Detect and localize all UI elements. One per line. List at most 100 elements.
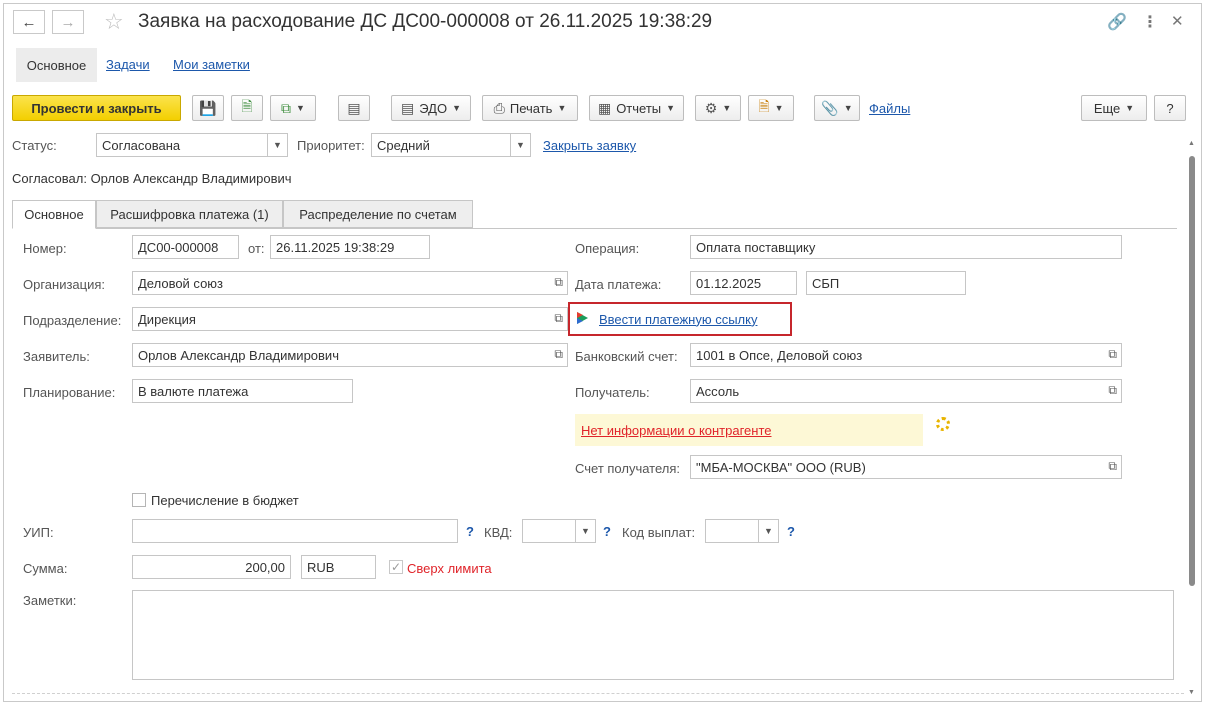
vertical-scrollbar[interactable]: ▲ ▼ <box>1187 140 1197 696</box>
scroll-thumb[interactable] <box>1189 156 1195 586</box>
help-button[interactable]: ? <box>1154 95 1186 121</box>
notes-label: Заметки: <box>23 593 77 608</box>
status-select[interactable]: Согласована ▼ <box>96 133 288 157</box>
print-label: Печать <box>509 100 553 116</box>
recipient-account-field[interactable]: "МБА-МОСКВА" ООО (RUB) ⧉ <box>690 455 1122 479</box>
open-icon[interactable]: ⧉ <box>554 347 563 362</box>
page-tab-tasks[interactable]: Задачи <box>106 57 150 72</box>
payout-code-select[interactable]: ▼ <box>705 519 779 543</box>
chevron-down-icon: ▼ <box>843 103 853 113</box>
priority-value: Средний <box>377 137 430 153</box>
over-limit-label: Сверх лимита <box>407 561 492 576</box>
dept-label: Подразделение: <box>23 313 122 328</box>
scroll-down-icon[interactable]: ▼ <box>1188 689 1195 696</box>
loading-spinner-icon <box>936 417 950 431</box>
from-label: от: <box>248 241 265 256</box>
chevron-down-icon: ▼ <box>267 134 287 156</box>
tab-payment-details[interactable]: Расшифровка платежа (1) <box>96 200 283 228</box>
back-button[interactable]: ← <box>13 10 45 34</box>
paperclip-icon: 📎 <box>821 99 839 116</box>
link-icon[interactable]: 🔗 <box>1107 12 1127 32</box>
arrow-right-icon: → <box>60 13 76 31</box>
document-list-icon: ▤ <box>347 99 361 116</box>
payment-method-field[interactable]: СБП <box>806 271 966 295</box>
reports-button[interactable]: ▦ Отчеты ▼ <box>589 95 684 121</box>
page-tab-my-notes[interactable]: Мои заметки <box>173 57 250 72</box>
attachments-menu-button[interactable]: 🗎 ▼ <box>748 95 794 121</box>
kvd-label: КВД: <box>484 525 513 540</box>
post-and-close-button[interactable]: Провести и закрыть <box>12 95 181 121</box>
uip-field[interactable] <box>132 519 458 543</box>
kvd-select[interactable]: ▼ <box>522 519 596 543</box>
close-request-link[interactable]: Закрыть заявку <box>543 138 636 153</box>
arrow-left-icon: ← <box>21 13 37 31</box>
budget-transfer-checkbox[interactable] <box>132 493 146 507</box>
uip-help-icon[interactable]: ? <box>466 524 474 539</box>
open-icon[interactable]: ⧉ <box>1108 347 1117 362</box>
bank-account-field[interactable]: 1001 в Опсе, Деловой союз ⧉ <box>690 343 1122 367</box>
forward-button[interactable]: → <box>52 10 84 34</box>
kvd-help-icon[interactable]: ? <box>603 524 611 539</box>
more-vertical-icon[interactable]: ⋮ <box>1142 12 1158 32</box>
tab-main[interactable]: Основное <box>12 200 96 229</box>
tab-account-distribution-label: Распределение по счетам <box>299 206 457 222</box>
approved-by: Согласовал: Орлов Александр Владимирович <box>12 171 292 186</box>
bottom-divider <box>12 693 1184 694</box>
recipient-field[interactable]: Ассоль ⧉ <box>690 379 1122 403</box>
priority-select[interactable]: Средний ▼ <box>371 133 531 157</box>
tab-account-distribution[interactable]: Распределение по счетам <box>283 200 473 228</box>
enter-payment-link[interactable]: Ввести платежную ссылку <box>599 312 757 327</box>
organization-value: Деловой союз <box>138 275 224 291</box>
more-button[interactable]: Еще ▼ <box>1081 95 1147 121</box>
planning-field[interactable]: В валюте платежа <box>132 379 353 403</box>
help-label: ? <box>1166 100 1174 116</box>
department-field[interactable]: Дирекция ⧉ <box>132 307 568 331</box>
save-button[interactable]: 💾 <box>192 95 224 121</box>
edo-button[interactable]: ▤ ЭДО ▼ <box>391 95 471 121</box>
currency-field[interactable]: RUB <box>301 555 376 579</box>
open-icon[interactable]: ⧉ <box>554 275 563 290</box>
bank-label: Банковский счет: <box>575 349 678 364</box>
open-icon[interactable]: ⧉ <box>554 311 563 326</box>
document-window: ← → ☆ Заявка на расходование ДС ДС00-000… <box>3 3 1202 702</box>
chevron-down-icon: ▼ <box>296 103 305 113</box>
recipient-label: Получатель: <box>575 385 650 400</box>
report-icon: ▦ <box>597 99 612 116</box>
print-button[interactable]: ⎙ Печать ▼ <box>482 95 578 121</box>
floppy-disk-icon: 💾 <box>199 99 217 116</box>
number-field[interactable]: ДС00-000008 <box>132 235 239 259</box>
page-tab-main[interactable]: Основное <box>16 48 97 82</box>
notes-textarea[interactable] <box>132 590 1174 680</box>
counterparty-warning-box: Нет информации о контрагенте <box>575 414 923 446</box>
open-icon[interactable]: ⧉ <box>1108 383 1117 398</box>
organization-field[interactable]: Деловой союз ⧉ <box>132 271 568 295</box>
no-counterparty-info-link[interactable]: Нет информации о контрагенте <box>581 423 772 438</box>
applicant-value: Орлов Александр Владимирович <box>138 347 339 363</box>
recipient-account-label: Счет получателя: <box>575 461 681 476</box>
chevron-down-icon: ▼ <box>452 103 461 113</box>
clip-button[interactable]: 📎 ▼ <box>814 95 860 121</box>
create-based-on-button[interactable]: ⧉ ▼ <box>270 95 316 121</box>
recipient-account-value: "МБА-МОСКВА" ООО (RUB) <box>696 459 866 475</box>
date-field[interactable]: 26.11.2025 19:38:29 <box>270 235 430 259</box>
open-icon[interactable]: ⧉ <box>1108 459 1117 474</box>
post-button[interactable]: 🗎 <box>231 95 263 121</box>
amount-field[interactable]: 200,00 <box>132 555 291 579</box>
printer-icon: ⎙ <box>493 99 505 116</box>
applicant-field[interactable]: Орлов Александр Владимирович ⧉ <box>132 343 568 367</box>
date-value: 26.11.2025 19:38:29 <box>276 239 395 255</box>
department-value: Дирекция <box>138 311 196 327</box>
chevron-down-icon: ▼ <box>575 520 595 542</box>
payment-date-field[interactable]: 01.12.2025 <box>690 271 797 295</box>
settings-button[interactable]: ⚙ ▼ <box>695 95 741 121</box>
operation-field[interactable]: Оплата поставщику <box>690 235 1122 259</box>
reports-label: Отчеты <box>616 100 662 116</box>
star-icon[interactable]: ☆ <box>104 9 124 35</box>
over-limit-checkbox[interactable]: ✓ <box>389 560 403 574</box>
close-icon[interactable]: ✕ <box>1171 12 1184 30</box>
structure-button[interactable]: ▤ <box>338 95 370 121</box>
payout-code-help-icon[interactable]: ? <box>787 524 795 539</box>
files-link[interactable]: Файлы <box>869 101 910 116</box>
scroll-up-icon[interactable]: ▲ <box>1188 140 1195 147</box>
status-value: Согласована <box>102 137 181 153</box>
